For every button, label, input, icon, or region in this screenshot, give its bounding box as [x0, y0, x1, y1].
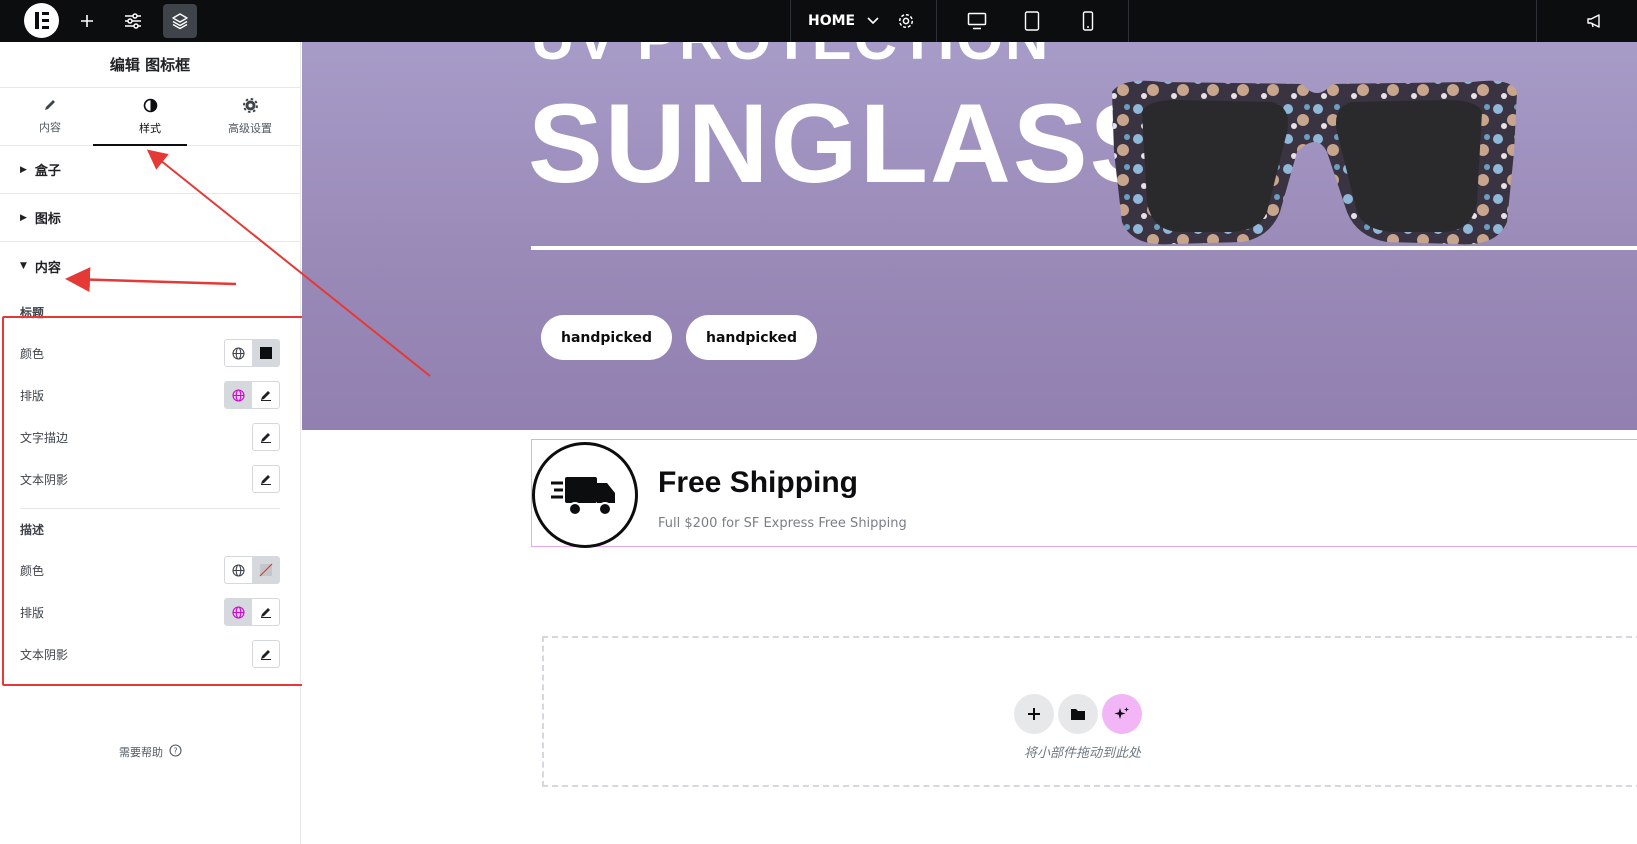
megaphone-icon[interactable] [1578, 4, 1612, 38]
pencil-icon[interactable] [252, 640, 280, 668]
help-label: 需要帮助 [119, 746, 163, 759]
sliders-icon[interactable] [116, 4, 150, 38]
desc-shadow-row: 文本阴影 [20, 633, 280, 675]
control-label: 排版 [20, 605, 45, 620]
icon-box-description: Full $200 for SF Express Free Shipping [658, 516, 907, 531]
page-label: HOME [808, 13, 856, 29]
delivery-truck-icon [532, 442, 638, 548]
control-label: 文本阴影 [20, 472, 69, 487]
desktop-icon[interactable] [950, 0, 1004, 42]
section-icon[interactable]: ▶ 图标 [0, 194, 300, 242]
page-selector[interactable]: HOME [808, 0, 879, 42]
control-label: 文本阴影 [20, 647, 69, 662]
global-icon[interactable] [225, 382, 252, 408]
sunglasses-image [1112, 80, 1517, 245]
icon-box-widget[interactable]: Free Shipping Full $200 for SF Express F… [531, 439, 1637, 548]
pencil-icon[interactable] [252, 465, 280, 493]
tab-label: 内容 [39, 121, 61, 134]
desc-typography-row: 排版 [20, 591, 280, 633]
title-color-swatch[interactable] [252, 340, 279, 366]
panel-tabs: 内容 样式 高级设置 [0, 88, 300, 146]
svg-text:?: ? [173, 747, 177, 756]
pencil-icon[interactable] [252, 599, 279, 625]
tab-style[interactable]: 样式 [100, 88, 200, 145]
section-label: 内容 [34, 260, 61, 276]
global-icon[interactable] [225, 340, 252, 366]
gear-icon[interactable] [889, 4, 923, 38]
pencil-icon[interactable] [252, 423, 280, 451]
elementor-logo-icon[interactable] [24, 3, 59, 38]
pencil-icon [43, 98, 57, 115]
hero-section[interactable]: UV PROTECTION SUNGLASS handpicked handpi… [302, 42, 1637, 430]
icon-box-title: Free Shipping [658, 466, 859, 499]
help-link[interactable]: 需要帮助 ? [0, 744, 301, 760]
pencil-icon[interactable] [252, 382, 279, 408]
caret-right-icon: ▶ [20, 164, 27, 175]
section-label: 图标 [34, 212, 61, 227]
caret-down-icon: ▼ [20, 261, 27, 271]
chevron-down-icon [867, 13, 879, 29]
plus-icon[interactable] [1014, 694, 1054, 734]
active-tab-indicator [93, 144, 187, 146]
tablet-icon[interactable] [1005, 0, 1059, 42]
editor-top-bar: HOME [0, 0, 1637, 42]
section-box[interactable]: ▶ 盒子 [0, 146, 300, 194]
desc-color-control [224, 556, 280, 584]
gear-icon [242, 97, 258, 116]
question-icon: ? [169, 744, 182, 760]
editor-panel: 编辑 图标框 内容 样式 高级设置 ▶ 盒子 ▶ 图标 ▼ 内容 标题 颜色 排… [0, 42, 301, 844]
empty-color-swatch[interactable] [252, 557, 279, 583]
hero-title: SUNGLASS [528, 81, 1167, 206]
plus-icon[interactable] [70, 4, 104, 38]
section-content[interactable]: ▼ 内容 [0, 242, 300, 290]
contrast-icon [143, 98, 158, 116]
tab-label: 高级设置 [228, 121, 272, 135]
title-color-row: 颜色 [20, 332, 280, 374]
drop-zone-hint: 将小部件拖动到此处 [1024, 746, 1142, 761]
handpicked-button[interactable]: handpicked [541, 315, 672, 360]
global-icon[interactable] [225, 599, 252, 625]
folder-icon[interactable] [1058, 694, 1098, 734]
title-group-heading: 标题 [20, 306, 45, 320]
mobile-icon[interactable] [1061, 0, 1115, 42]
tab-advanced[interactable]: 高级设置 [200, 88, 300, 145]
layers-icon[interactable] [163, 4, 197, 38]
desc-group-heading: 描述 [20, 523, 45, 537]
title-stroke-row: 文字描边 [20, 416, 280, 458]
hero-top-text: UV PROTECTION [531, 42, 1050, 73]
content-style-controls: 标题 颜色 排版 文字描边 文本阴影 描述 颜色 排版 文本阴影 [0, 290, 300, 675]
title-typography-row: 排版 [20, 374, 280, 416]
control-label: 排版 [20, 388, 45, 403]
desc-typography-control [224, 598, 280, 626]
divider [20, 508, 280, 509]
widget-drop-zone[interactable]: 将小部件拖动到此处 [542, 636, 1637, 787]
title-shadow-row: 文本阴影 [20, 458, 280, 500]
ai-sparkle-icon[interactable] [1102, 694, 1142, 734]
desc-color-row: 颜色 [20, 549, 280, 591]
tab-content[interactable]: 内容 [0, 88, 100, 145]
panel-title: 编辑 图标框 [0, 42, 300, 88]
control-label: 颜色 [20, 346, 45, 361]
tab-label: 样式 [139, 121, 161, 135]
global-icon[interactable] [225, 557, 252, 583]
control-label: 文字描边 [20, 430, 69, 445]
title-color-control [224, 339, 280, 367]
title-typography-control [224, 381, 280, 409]
control-label: 颜色 [20, 563, 45, 578]
handpicked-button[interactable]: handpicked [686, 315, 817, 360]
preview-canvas: UV PROTECTION SUNGLASS handpicked handpi… [302, 42, 1637, 844]
section-label: 盒子 [34, 164, 61, 179]
caret-right-icon: ▶ [20, 212, 27, 223]
